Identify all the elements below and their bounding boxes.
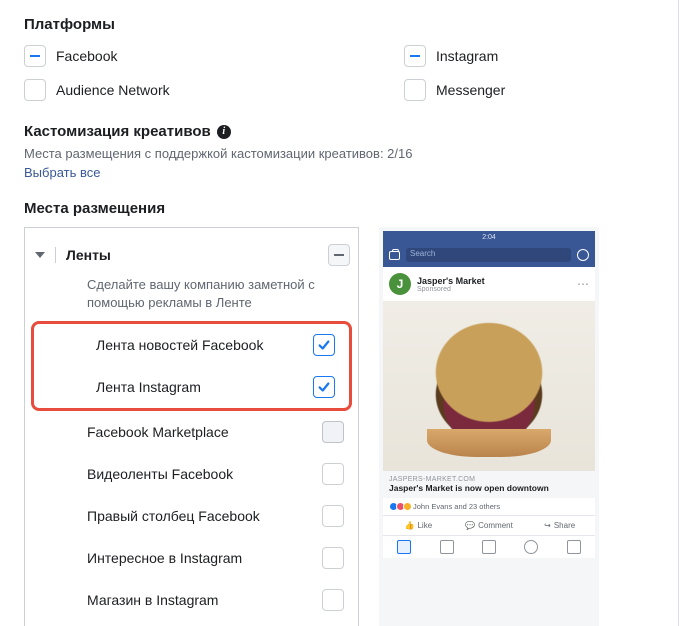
placement-facebook-feed[interactable]: Лента новостей Facebook — [34, 324, 349, 366]
post-page-name: Jasper's Market — [417, 276, 485, 286]
platform-messenger[interactable]: Messenger — [404, 79, 604, 101]
phone-tabbar — [383, 535, 595, 558]
placement-instagram-explore[interactable]: Интересное в Instagram — [25, 537, 358, 579]
platform-label: Audience Network — [56, 82, 170, 98]
check-icon — [317, 338, 331, 352]
platform-audience-network[interactable]: Audience Network — [24, 79, 224, 101]
share-icon: ↪ — [544, 521, 551, 530]
ad-headline: Jasper's Market is now open downtown — [389, 483, 589, 493]
placements-heading: Места размещения — [24, 200, 655, 217]
checkbox-empty[interactable] — [322, 547, 344, 569]
search-field: Search — [406, 248, 571, 262]
caret-down-icon — [35, 252, 45, 258]
placement-instagram-feed[interactable]: Лента Instagram — [34, 366, 349, 408]
placement-instagram-shop[interactable]: Магазин в Instagram — [25, 579, 358, 621]
placement-messenger-inbox[interactable]: Входящие Messenger — [25, 621, 358, 626]
sponsored-label: Sponsored — [417, 286, 485, 293]
tab-video-icon — [440, 540, 454, 554]
messenger-icon — [577, 249, 589, 261]
comment-icon: 💬 — [465, 521, 475, 530]
platform-facebook[interactable]: Facebook — [24, 45, 224, 67]
post-header: J Jasper's Market Sponsored ⋯ — [383, 267, 595, 301]
preview-column: 2:04 Search J Jasper's Market Sponsored … — [379, 227, 599, 626]
checkbox-partial-icon[interactable] — [24, 45, 46, 67]
ad-image — [383, 301, 595, 471]
reaction-icons — [389, 502, 410, 511]
placements-group-title: Ленты — [66, 247, 318, 263]
phone-mockup: 2:04 Search J Jasper's Market Sponsored … — [379, 227, 599, 626]
customization-subtext: Места размещения с поддержкой кастомизац… — [24, 146, 655, 161]
ad-domain: JASPERS-MARKET.COM — [389, 476, 589, 483]
checkbox-empty[interactable] — [322, 589, 344, 611]
checkbox-checked[interactable] — [313, 376, 335, 398]
avatar: J — [389, 273, 411, 295]
reactions-row: John Evans and 23 others — [383, 498, 595, 515]
highlight-box: Лента новостей Facebook Лента Instagram — [31, 321, 352, 411]
placement-facebook-video-feeds[interactable]: Видеоленты Facebook — [25, 453, 358, 495]
platform-label: Instagram — [436, 48, 498, 64]
tab-notif-icon — [524, 540, 538, 554]
checkbox-empty[interactable] — [322, 421, 344, 443]
checkbox-empty[interactable] — [322, 463, 344, 485]
tab-menu-icon — [567, 540, 581, 554]
platform-instagram[interactable]: Instagram — [404, 45, 604, 67]
placements-group-desc: Сделайте вашу компанию заметной с помощь… — [25, 272, 358, 321]
ad-headline-bar: JASPERS-MARKET.COM Jasper's Market is no… — [383, 471, 595, 498]
info-icon[interactable]: i — [217, 125, 231, 139]
placement-facebook-right-column[interactable]: Правый столбец Facebook — [25, 495, 358, 537]
like-button: 👍Like — [383, 516, 454, 535]
placement-facebook-marketplace[interactable]: Facebook Marketplace — [25, 411, 358, 453]
placements-tree: Ленты Сделайте вашу компанию заметной с … — [24, 227, 359, 626]
checkbox-empty[interactable] — [322, 505, 344, 527]
select-all-link[interactable]: Выбрать все — [24, 165, 100, 180]
checkbox-empty-icon[interactable] — [404, 79, 426, 101]
more-icon: ⋯ — [577, 277, 589, 291]
comment-button: 💬Comment — [454, 516, 525, 535]
checkbox-empty-icon[interactable] — [24, 79, 46, 101]
check-icon — [317, 380, 331, 394]
platform-label: Facebook — [56, 48, 117, 64]
post-actions: 👍Like 💬Comment ↪Share — [383, 515, 595, 535]
platforms-heading: Платформы — [24, 16, 655, 33]
thumb-icon: 👍 — [405, 521, 415, 530]
tab-market-icon — [482, 540, 496, 554]
checkbox-partial-icon[interactable] — [404, 45, 426, 67]
phone-status-bar: 2:04 — [383, 231, 595, 243]
platform-label: Messenger — [436, 82, 505, 98]
customization-heading: Кастомизация креативов i — [24, 123, 655, 140]
placements-group-header[interactable]: Ленты — [25, 238, 358, 272]
camera-icon — [389, 251, 400, 260]
collapse-button[interactable] — [328, 244, 350, 266]
phone-topbar: Search — [383, 243, 595, 267]
tab-feed-icon — [397, 540, 411, 554]
checkbox-checked[interactable] — [313, 334, 335, 356]
share-button: ↪Share — [524, 516, 595, 535]
